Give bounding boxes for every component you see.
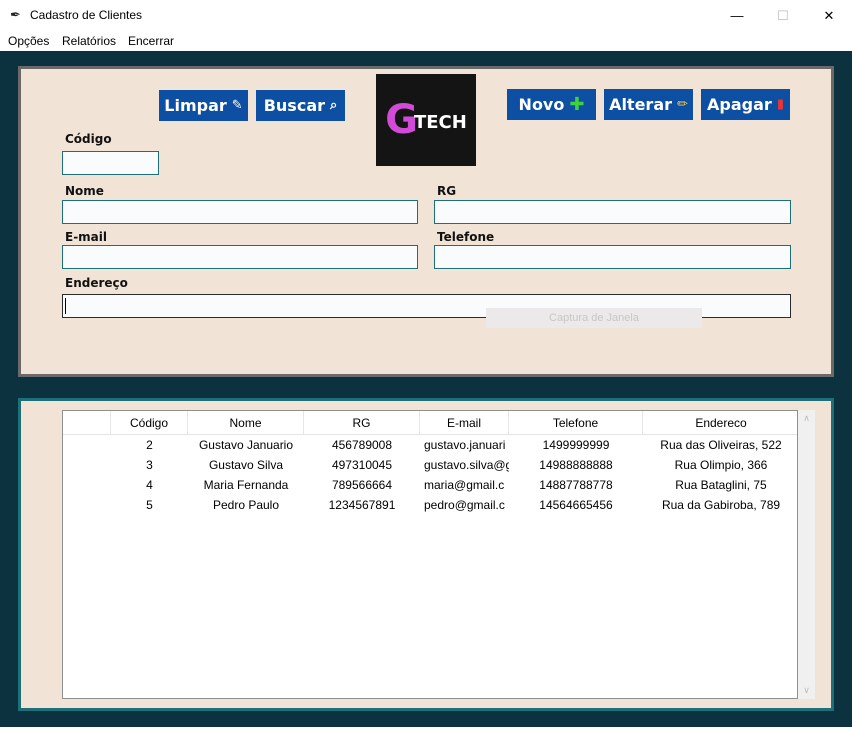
endereco-label: Endereço — [65, 276, 128, 290]
table-row[interactable]: 2 Gustavo Januario 456789008 gustavo.januar… — [63, 435, 797, 455]
table-scrollbar[interactable]: ∧ ∨ — [798, 410, 815, 699]
telefone-label: Telefone — [437, 230, 495, 244]
taskbar-strip — [0, 727, 852, 732]
scroll-down-icon[interactable]: ∨ — [798, 682, 815, 699]
cell-nome: Pedro Paulo — [212, 498, 280, 512]
maximize-button[interactable]: ☐ — [760, 0, 806, 31]
codigo-label: Código — [65, 132, 112, 146]
table-row[interactable]: 3 Gustavo Silva 497310045 gustavo.silva@g 14… — [63, 455, 797, 475]
cell-telefone: 14887788778 — [539, 478, 613, 492]
cell-endereco: Rua da Gabiroba, 789 — [661, 498, 781, 512]
cell-codigo: 4 — [146, 478, 153, 492]
buscar-label: Buscar — [263, 96, 325, 115]
capture-overlay: Captura de Janela — [486, 308, 702, 328]
magnifier-icon: ⌕ — [330, 98, 338, 113]
cell-telefone: 14564665456 — [539, 498, 613, 512]
scroll-up-icon[interactable]: ∧ — [798, 410, 815, 427]
nome-field[interactable] — [62, 200, 418, 224]
minimize-button[interactable]: — — [714, 0, 760, 31]
pencil-icon: ✏ — [677, 97, 688, 112]
gtech-logo: G TECH — [376, 74, 476, 166]
logo-text: TECH — [413, 111, 467, 133]
window-title: Cadastro de Clientes — [30, 8, 143, 22]
email-field[interactable] — [62, 245, 418, 269]
menu-relatorios[interactable]: Relatórios — [62, 34, 116, 48]
apagar-button[interactable]: Apagar ▮ — [701, 89, 790, 120]
limpar-button[interactable]: Limpar ✎ — [159, 90, 248, 121]
cell-email: pedro@gmail.c — [424, 498, 505, 512]
cell-endereco: Rua Bataglini, 75 — [675, 478, 767, 492]
alterar-label: Alterar — [609, 95, 673, 114]
column-header-telefone[interactable]: Telefone — [509, 411, 643, 435]
cell-nome: Maria Fernanda — [203, 478, 289, 492]
title-bar[interactable]: ✒ Cadastro de Clientes — ☐ ✕ — [0, 0, 852, 31]
column-header-nome[interactable]: Nome — [188, 411, 304, 435]
cell-endereco: Rua Olimpio, 366 — [674, 458, 768, 472]
codigo-field[interactable] — [62, 151, 159, 175]
menu-encerrar[interactable]: Encerrar — [128, 34, 174, 48]
text-caret — [65, 298, 66, 314]
plus-icon: ✚ — [569, 94, 585, 115]
menu-bar: Opções Relatórios Encerrar — [0, 31, 852, 51]
limpar-label: Limpar — [164, 96, 227, 115]
eraser-icon: ✎ — [231, 98, 243, 113]
cell-codigo: 2 — [146, 438, 153, 452]
nome-label: Nome — [65, 184, 104, 198]
cell-telefone: 14988888888 — [539, 458, 613, 472]
table-header: Código Nome RG E-mail Telefone Endereco — [63, 411, 797, 435]
column-header-rg[interactable]: RG — [304, 411, 420, 435]
apagar-label: Apagar — [707, 95, 772, 114]
telefone-field[interactable] — [434, 245, 791, 269]
cell-nome: Gustavo Silva — [208, 458, 284, 472]
email-label: E-mail — [65, 230, 108, 244]
feather-icon: ✒ — [10, 7, 21, 22]
column-header-email[interactable]: E-mail — [420, 411, 509, 435]
trash-icon: ▮ — [776, 97, 784, 112]
rg-field[interactable] — [434, 200, 791, 224]
cell-email: gustavo.januari — [424, 438, 506, 452]
cell-telefone: 1499999999 — [542, 438, 610, 452]
cell-endereco: Rua das Oliveiras, 522 — [660, 438, 782, 452]
cell-email: gustavo.silva@g — [424, 458, 509, 472]
table-row[interactable]: 4 Maria Fernanda 789566664 maria@gmail.c 148… — [63, 475, 797, 495]
alterar-button[interactable]: Alterar ✏ — [604, 89, 693, 120]
novo-label: Novo — [518, 95, 565, 114]
app-window: ✒ Cadastro de Clientes — ☐ ✕ Opções Rela… — [0, 0, 852, 732]
buscar-button[interactable]: Buscar ⌕ — [256, 90, 345, 121]
menu-opcoes[interactable]: Opções — [8, 34, 49, 48]
cell-email: maria@gmail.c — [424, 478, 505, 492]
column-header-tree[interactable] — [63, 411, 111, 435]
cell-nome: Gustavo Januario — [198, 438, 294, 452]
cell-rg: 789566664 — [331, 478, 393, 492]
column-header-codigo[interactable]: Código — [111, 411, 188, 435]
cell-rg: 497310045 — [331, 458, 393, 472]
clients-table[interactable]: Código Nome RG E-mail Telefone Endereco … — [62, 410, 798, 699]
novo-button[interactable]: Novo ✚ — [507, 89, 596, 120]
close-button[interactable]: ✕ — [806, 0, 852, 31]
cell-codigo: 3 — [146, 458, 153, 472]
rg-label: RG — [437, 184, 457, 198]
column-header-endereco[interactable]: Endereco — [643, 411, 797, 435]
table-row[interactable]: 5 Pedro Paulo 1234567891 pedro@gmail.c 14564… — [63, 495, 797, 515]
cell-rg: 1234567891 — [328, 498, 396, 512]
cell-rg: 456789008 — [331, 438, 393, 452]
cell-codigo: 5 — [146, 498, 153, 512]
